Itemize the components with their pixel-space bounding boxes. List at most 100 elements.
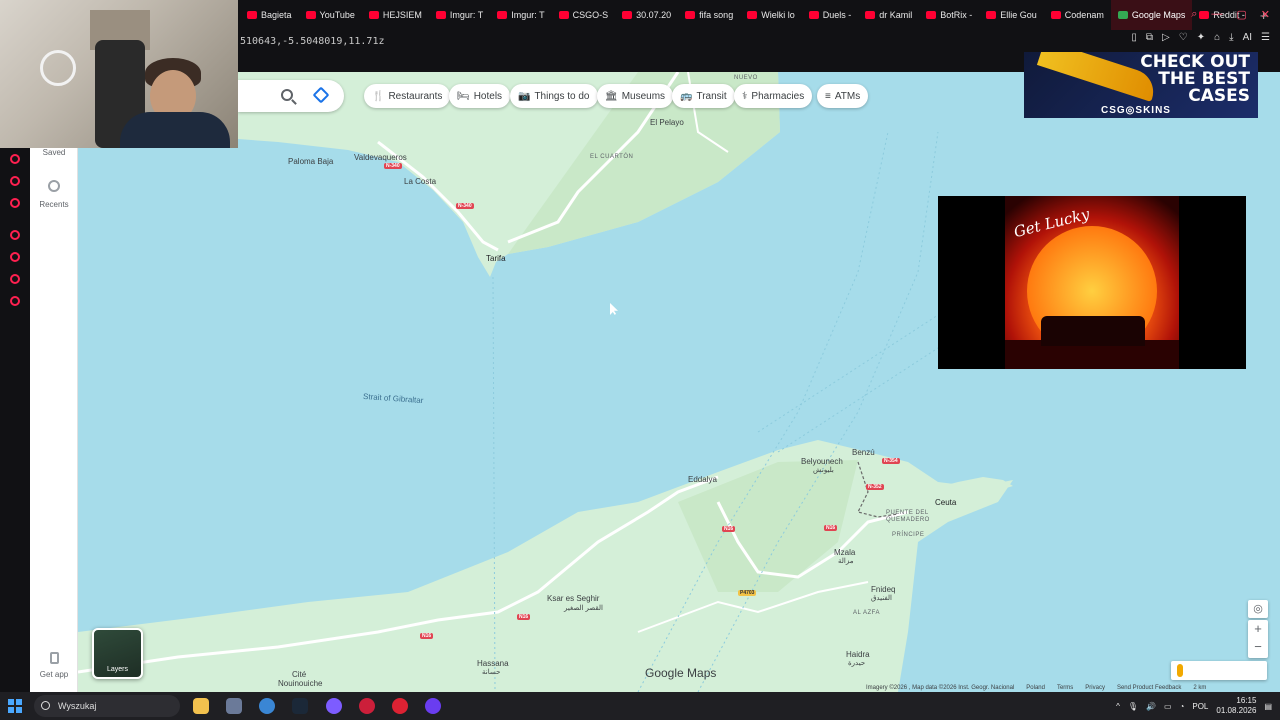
- language-indicator[interactable]: POL: [1192, 702, 1208, 711]
- browser-tab[interactable]: 30.07.20: [615, 0, 678, 30]
- browser-tab[interactable]: Imgur: T: [429, 0, 490, 30]
- category-chip-museums[interactable]: 🏛 Museums: [597, 84, 674, 108]
- place-label[interactable]: Valdevaqueros: [354, 153, 407, 162]
- close-icon[interactable]: ✕: [1261, 8, 1270, 21]
- place-label[interactable]: Belyounech: [801, 457, 843, 466]
- bookmark-icon[interactable]: ▯: [1131, 32, 1137, 43]
- display-icon[interactable]: ▭: [1164, 702, 1172, 711]
- ai-button[interactable]: AI: [1243, 32, 1252, 43]
- browser-tab[interactable]: CSGO-S: [552, 0, 616, 30]
- opera-gx-icon[interactable]: [359, 698, 375, 714]
- settings-icon[interactable]: [10, 296, 20, 306]
- place-label[interactable]: Fnideq: [871, 585, 895, 594]
- search-icon[interactable]: [281, 89, 293, 101]
- chevron-up-icon[interactable]: ^: [1116, 702, 1120, 711]
- place-label[interactable]: AL AZFA: [853, 610, 880, 616]
- category-chip-hotels[interactable]: 🛏 Hotels: [449, 84, 511, 108]
- url-field[interactable]: 510643,-5.5048019,11.71z: [240, 36, 385, 47]
- browser-tab[interactable]: Bagieta: [240, 0, 299, 30]
- steam-icon[interactable]: [292, 698, 308, 714]
- snapshot-icon[interactable]: ⧉: [1146, 32, 1153, 43]
- download-icon[interactable]: ⤓: [1229, 32, 1233, 43]
- attribution-item[interactable]: Terms: [1057, 685, 1073, 691]
- directions-icon[interactable]: [312, 86, 330, 104]
- map-canvas[interactable]: NUEVO El Pelayo Paloma Baja Valdevaquero…: [78, 72, 1280, 692]
- place-label[interactable]: Mzala: [834, 548, 855, 557]
- place-label[interactable]: Eddalya: [688, 475, 717, 484]
- maximize-icon[interactable]: ▢: [1236, 8, 1246, 21]
- browser-tab[interactable]: Google Maps: [1110, 0, 1193, 30]
- app-icon[interactable]: [226, 698, 242, 714]
- layers-button[interactable]: Layers: [92, 628, 143, 679]
- browser-tab[interactable]: Wielki lo: [740, 0, 802, 30]
- minimize-icon[interactable]: —: [1211, 8, 1222, 21]
- place-label[interactable]: Cité: [292, 670, 306, 679]
- heart-icon[interactable]: ♡: [1179, 32, 1188, 43]
- recents-label[interactable]: Recents: [30, 200, 78, 209]
- browser-tab[interactable]: Codenam: [1044, 0, 1111, 30]
- obs-icon[interactable]: [392, 698, 408, 714]
- browser-tab[interactable]: HEJSIEM: [362, 0, 429, 30]
- taskbar-search[interactable]: Wyszukaj: [34, 695, 180, 717]
- browser-tab[interactable]: Duels -: [802, 0, 859, 30]
- clock[interactable]: 16:15 01.08.2026: [1216, 696, 1256, 716]
- place-label[interactable]: Hassana: [477, 659, 509, 668]
- menu-icon[interactable]: ☰: [1261, 32, 1270, 43]
- category-chip-atms[interactable]: ≡ ATMs: [817, 84, 869, 108]
- place-label[interactable]: Ksar es Seghir: [547, 594, 599, 603]
- wallet-icon[interactable]: ⌂: [1214, 32, 1220, 43]
- play-icon[interactable]: ▷: [1162, 32, 1170, 43]
- youtube-icon[interactable]: [10, 198, 20, 208]
- percent-icon[interactable]: [10, 176, 20, 186]
- search-icon[interactable]: ⌕: [1191, 8, 1197, 21]
- place-label[interactable]: El Pelayo: [650, 118, 684, 127]
- attribution-item[interactable]: 2 km: [1193, 685, 1206, 691]
- place-label[interactable]: PUENTE DEL: [886, 510, 929, 516]
- place-label[interactable]: Benzú: [852, 448, 875, 457]
- zoom-out-button[interactable]: −: [1248, 638, 1268, 656]
- file-explorer-icon[interactable]: [193, 698, 209, 714]
- notifications-icon[interactable]: ▤: [1264, 702, 1272, 711]
- my-location-icon[interactable]: ◎: [1248, 600, 1268, 618]
- recents-icon[interactable]: [48, 180, 60, 192]
- browser-tab[interactable]: Ellie Gou: [979, 0, 1044, 30]
- attribution-item[interactable]: Privacy: [1085, 685, 1105, 691]
- network-icon[interactable]: ◔: [1180, 702, 1185, 711]
- attribution-item[interactable]: Send Product Feedback: [1117, 685, 1181, 691]
- category-chip-transit[interactable]: 🚌 Transit: [672, 84, 735, 108]
- place-label[interactable]: Paloma Baja: [288, 157, 333, 166]
- volume-icon[interactable]: 🔊: [1146, 702, 1156, 711]
- browser-tab[interactable]: dr Kamil: [858, 0, 919, 30]
- category-chip-pharmacies[interactable]: ⚕ Pharmacies: [734, 84, 813, 108]
- twitch-icon[interactable]: [10, 154, 20, 164]
- mic-icon[interactable]: 🎙: [1128, 702, 1138, 711]
- pegman-icon[interactable]: [1177, 664, 1183, 677]
- category-chip-things-to-do[interactable]: 📷 Things to do: [510, 84, 598, 108]
- zoom-in-button[interactable]: +: [1248, 620, 1268, 638]
- browser-tab[interactable]: fifa song: [678, 0, 740, 30]
- discord-icon[interactable]: [326, 698, 342, 714]
- place-label[interactable]: Ceuta: [935, 498, 956, 507]
- place-label[interactable]: La Costa: [404, 177, 436, 186]
- browser-tab[interactable]: Imgur: T: [490, 0, 551, 30]
- phone-icon[interactable]: [50, 652, 59, 664]
- browser-tab[interactable]: BotRix -: [919, 0, 979, 30]
- place-label[interactable]: Nouinouiche: [278, 679, 322, 688]
- place-label[interactable]: Haidra: [846, 650, 870, 659]
- extensions-icon[interactable]: ✦: [1197, 32, 1205, 43]
- place-label[interactable]: EL CUARTÓN: [590, 154, 633, 160]
- place-label[interactable]: NUEVO: [734, 75, 758, 81]
- extensions-sidebar-icon[interactable]: [10, 274, 20, 284]
- place-label[interactable]: Tarifa: [486, 254, 506, 263]
- app-icon[interactable]: [425, 698, 441, 714]
- category-chip-restaurants[interactable]: 🍴 Restaurants: [364, 84, 451, 108]
- history-icon[interactable]: [10, 252, 20, 262]
- street-view-bar[interactable]: [1171, 661, 1267, 680]
- start-icon[interactable]: [8, 699, 22, 713]
- attribution-item[interactable]: Poland: [1026, 685, 1045, 691]
- search-box[interactable]: [238, 80, 344, 112]
- ad-banner[interactable]: CHECK OUT THE BEST CASES CSG◎SKINS: [1024, 52, 1258, 118]
- settings-app-icon[interactable]: [259, 698, 275, 714]
- place-label[interactable]: QUEMADERO: [886, 517, 930, 523]
- saved-label[interactable]: Saved: [30, 148, 78, 157]
